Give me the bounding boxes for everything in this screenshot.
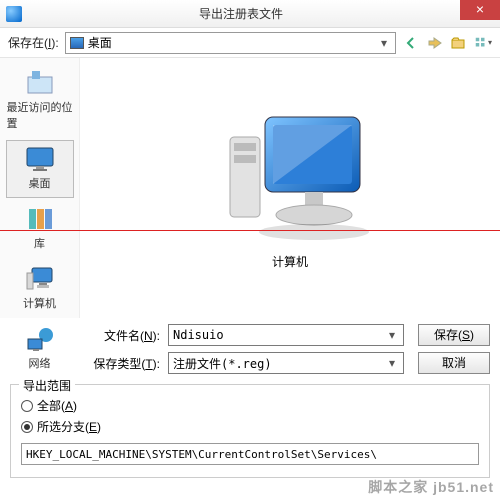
places-sidebar: 最近访问的位置 桌面 库 计算机 网络 (0, 58, 80, 318)
fields: 文件名(N): Ndisuio▾ 保存(S) 保存类型(T): 注册文件(*.r… (0, 318, 500, 378)
watermark: 脚本之家 jb51.net (368, 477, 494, 497)
save-in-row: 保存在(I): 桌面 ▾ ▾ (0, 28, 500, 58)
desktop-icon (24, 145, 56, 173)
radio-icon (21, 400, 33, 412)
cancel-button[interactable]: 取消 (418, 352, 490, 374)
branch-path-input[interactable] (21, 443, 479, 465)
chevron-down-icon: ▾ (385, 356, 399, 370)
back-icon[interactable] (402, 34, 420, 52)
save-in-value: 桌面 (88, 34, 112, 51)
radio-icon (21, 421, 33, 433)
filetype-select[interactable]: 注册文件(*.reg)▾ (168, 352, 404, 374)
views-icon[interactable]: ▾ (474, 34, 492, 52)
libraries-icon (24, 205, 56, 233)
sidebar-item-computer[interactable]: 计算机 (6, 260, 74, 318)
sidebar-item-network[interactable]: 网络 (6, 320, 74, 378)
filename-label: 文件名(N): (90, 327, 160, 344)
recent-icon (24, 69, 56, 97)
desktop-icon (70, 37, 84, 49)
new-folder-icon[interactable] (450, 34, 468, 52)
titlebar: 导出注册表文件 × (0, 0, 500, 28)
item-computer[interactable]: 计算机 (210, 107, 370, 270)
sidebar-item-recent[interactable]: 最近访问的位置 (6, 64, 74, 138)
radio-selected-branch[interactable]: 所选分支(E) (21, 418, 479, 435)
item-label: 计算机 (272, 253, 308, 270)
up-icon[interactable] (426, 34, 444, 52)
file-area[interactable]: 计算机 (80, 58, 500, 318)
computer-icon (24, 265, 56, 293)
chevron-down-icon: ▾ (385, 328, 399, 342)
save-in-combo[interactable]: 桌面 ▾ (65, 32, 396, 54)
sidebar-item-libraries[interactable]: 库 (6, 200, 74, 258)
annotation-line (0, 230, 500, 231)
save-in-label: 保存在(I): (8, 34, 59, 51)
network-icon (24, 325, 56, 353)
group-legend: 导出范围 (19, 377, 75, 394)
export-range-group: 导出范围 全部(A) 所选分支(E) (10, 384, 490, 478)
sidebar-item-desktop[interactable]: 桌面 (6, 140, 74, 198)
body: 最近访问的位置 桌面 库 计算机 网络 (0, 58, 500, 318)
regedit-icon (6, 6, 22, 22)
computer-large-icon (210, 107, 370, 247)
chevron-down-icon: ▾ (377, 36, 391, 50)
window-title: 导出注册表文件 (22, 5, 460, 22)
filename-input[interactable]: Ndisuio▾ (168, 324, 404, 346)
close-button[interactable]: × (460, 0, 500, 20)
radio-all[interactable]: 全部(A) (21, 397, 479, 414)
filetype-label: 保存类型(T): (90, 355, 160, 372)
save-button[interactable]: 保存(S) (418, 324, 490, 346)
